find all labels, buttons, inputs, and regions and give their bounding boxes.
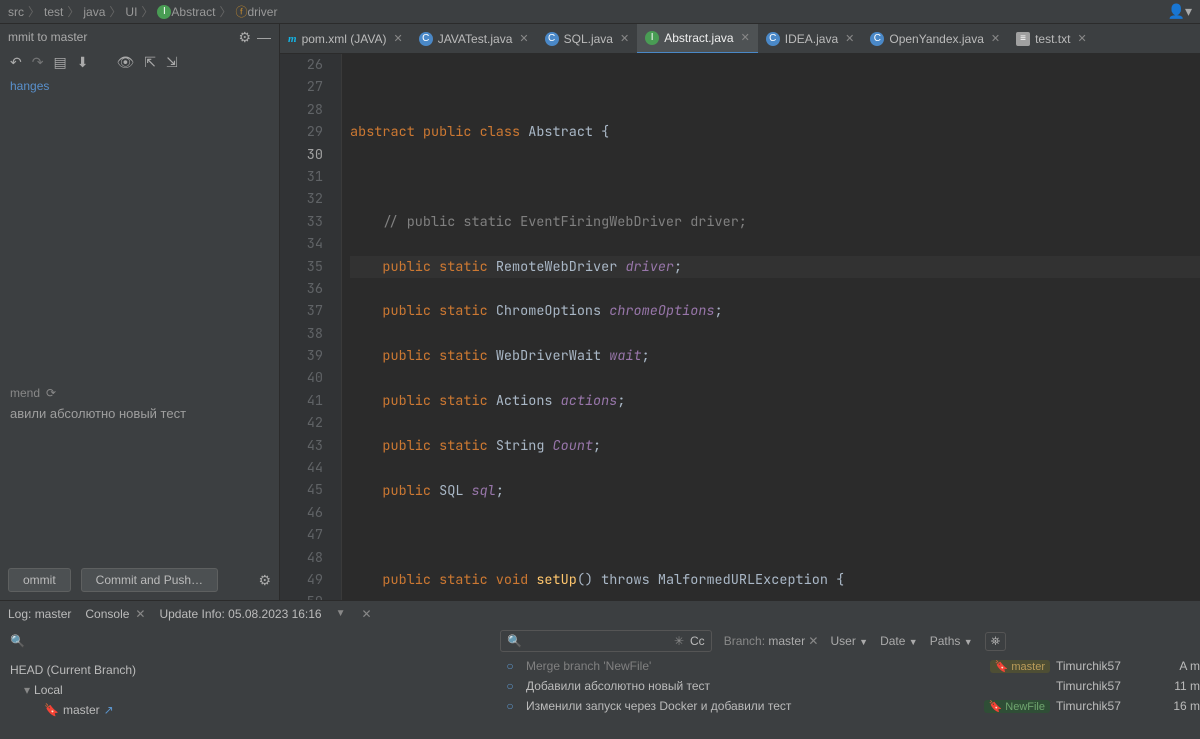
close-icon[interactable]: ✕: [1077, 32, 1086, 45]
commit-row[interactable]: ○Добавили абсолютно новый тестTimurchik5…: [500, 676, 1200, 696]
maven-icon: m: [288, 33, 297, 45]
case-toggle[interactable]: Cc: [690, 634, 705, 648]
code-content[interactable]: abstract public class Abstract { // publ…: [342, 54, 1200, 600]
tab-abstract[interactable]: IAbstract.java✕: [637, 24, 758, 54]
changes-heading[interactable]: hanges: [0, 75, 279, 97]
breadcrumb-bar: src〉 test〉 java〉 UI〉 I Abstract〉 ⓕ drive…: [0, 0, 1200, 24]
field-icon: ⓕ: [235, 3, 247, 20]
console-tab[interactable]: Console: [85, 607, 129, 621]
breadcrumb-item[interactable]: src: [8, 5, 24, 19]
tree-local: ▾ Local: [10, 680, 490, 700]
breadcrumb-item[interactable]: Abstract: [171, 5, 215, 19]
close-icon[interactable]: ✕: [393, 32, 402, 45]
tab-openyandex[interactable]: COpenYandex.java✕: [862, 24, 1008, 54]
commit-row[interactable]: ○Merge branch 'NewFile'🔖 masterTimurchik…: [500, 656, 1200, 676]
class-icon: C: [870, 32, 884, 46]
close-icon[interactable]: ✕: [808, 634, 818, 648]
collapse-icon[interactable]: ⇱: [144, 54, 156, 71]
date-filter[interactable]: Date ▼: [880, 634, 918, 648]
branch-tree[interactable]: HEAD (Current Branch) ▾ Local 🔖 master ↗: [0, 656, 500, 739]
search-field[interactable]: [528, 634, 668, 649]
tree-head: HEAD (Current Branch): [10, 660, 490, 680]
search-icon: 🔍: [507, 634, 522, 648]
minimize-icon[interactable]: [257, 29, 271, 45]
close-icon[interactable]: ✕: [620, 32, 629, 45]
gear-icon[interactable]: [258, 572, 271, 589]
commit-row[interactable]: ○Изменили запуск через Docker и добавили…: [500, 696, 1200, 716]
tab-javatest[interactable]: CJAVATest.java✕: [411, 24, 537, 54]
class-icon: C: [419, 32, 433, 46]
tab-sql[interactable]: CSQL.java✕: [537, 24, 638, 54]
tab-testtxt[interactable]: ≡test.txt✕: [1008, 24, 1095, 54]
update-info-tab[interactable]: Update Info: 05.08.2023 16:16: [159, 607, 321, 621]
file-icon: ≡: [1016, 32, 1030, 46]
settings-icon[interactable]: ⛯: [985, 632, 1007, 651]
eye-icon[interactable]: 👁: [116, 54, 134, 71]
tab-pom[interactable]: mpom.xml (JAVA)✕: [280, 24, 411, 54]
commit-list[interactable]: ○Merge branch 'NewFile'🔖 masterTimurchik…: [500, 656, 1200, 739]
git-panel: 🔍 🔍 ✳ Cc Branch: master ✕ User ▼ Date ▼ …: [0, 626, 1200, 739]
commit-button[interactable]: ommit: [8, 568, 71, 592]
search-icon[interactable]: 🔍: [10, 634, 25, 648]
tree-master: 🔖 master ↗: [10, 700, 490, 720]
commit-sidebar: mmit to master ↶ ↷ ▤ ⬇ 👁 ⇱ ⇲ hanges mend…: [0, 24, 280, 600]
download-icon[interactable]: ⬇: [77, 54, 89, 71]
regex-icon[interactable]: ✳: [674, 634, 684, 648]
breadcrumb-item[interactable]: test: [44, 5, 63, 19]
redo-icon[interactable]: ↷: [32, 54, 44, 71]
close-icon[interactable]: ✕: [741, 31, 750, 44]
breadcrumb-item[interactable]: driver: [247, 5, 277, 19]
chevron-down-icon[interactable]: ▼: [336, 608, 346, 619]
class-icon: C: [766, 32, 780, 46]
user-filter[interactable]: User ▼: [830, 634, 868, 648]
close-icon[interactable]: ✕: [991, 32, 1000, 45]
paths-filter[interactable]: Paths ▼: [930, 634, 973, 648]
breadcrumb-item[interactable]: UI: [125, 5, 137, 19]
code-editor[interactable]: 2627282930313233343536373839404142434445…: [280, 54, 1200, 600]
class-icon: C: [545, 32, 559, 46]
history-icon[interactable]: ⟳: [46, 386, 56, 400]
commit-message-input[interactable]: авили абсолютно новый тест: [0, 402, 279, 562]
undo-icon[interactable]: ↶: [10, 54, 22, 71]
commit-target-label: mmit to master: [8, 30, 232, 44]
close-icon[interactable]: ✕: [362, 607, 372, 621]
close-icon[interactable]: ✕: [519, 32, 528, 45]
line-gutter: 2627282930313233343536373839404142434445…: [280, 54, 342, 600]
interface-icon: I: [157, 5, 171, 19]
log-tab[interactable]: Log: master: [8, 607, 71, 621]
commit-toolbar: ↶ ↷ ▤ ⬇ 👁 ⇱ ⇲: [0, 50, 279, 75]
amend-label[interactable]: mend: [10, 386, 40, 400]
commit-push-button[interactable]: Commit and Push…: [81, 568, 218, 592]
user-avatar-icon[interactable]: 👤▾: [1168, 3, 1192, 20]
git-search-input[interactable]: 🔍 ✳ Cc: [500, 630, 712, 652]
breadcrumb-item[interactable]: java: [83, 5, 105, 19]
toolbar-icon[interactable]: ▤: [53, 54, 66, 71]
tab-idea[interactable]: CIDEA.java✕: [758, 24, 863, 54]
bottom-tabs: Log: master Console ✕ Update Info: 05.08…: [0, 600, 1200, 626]
expand-icon[interactable]: ⇲: [166, 54, 178, 71]
editor-tabs: mpom.xml (JAVA)✕ CJAVATest.java✕ CSQL.ja…: [280, 24, 1200, 54]
gear-icon[interactable]: [238, 29, 251, 46]
interface-icon: I: [645, 31, 659, 45]
close-icon[interactable]: ✕: [845, 32, 854, 45]
close-icon[interactable]: ✕: [135, 607, 145, 621]
